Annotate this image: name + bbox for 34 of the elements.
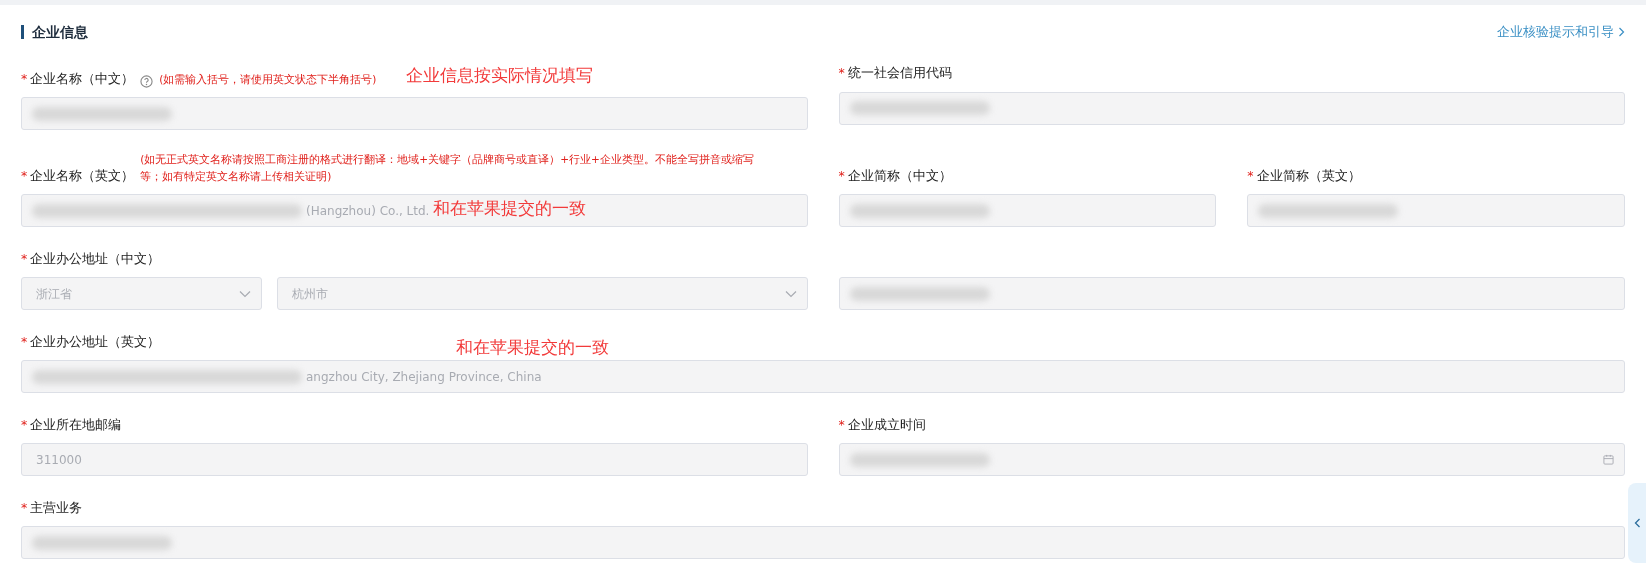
- chevron-left-icon[interactable]: [1633, 518, 1641, 528]
- input-field[interactable]: angzhou City, Zhejiang Province, China: [21, 360, 1625, 394]
- field-label: * 统一社会信用代码: [838, 64, 952, 82]
- input-field[interactable]: [1247, 194, 1625, 228]
- field-label: * 企业所在地邮编: [21, 415, 122, 434]
- chevron-right-icon: [1618, 27, 1625, 38]
- input-field[interactable]: [838, 194, 1217, 228]
- field-label: * 企业名称（英文）: [21, 166, 135, 185]
- guide-link[interactable]: 企业核验提示和引导: [1497, 23, 1625, 42]
- hint-text: (如需输入括号，请使用英文状态下半角括号): [159, 72, 377, 88]
- annotation-text: 和在苹果提交的一致: [433, 196, 586, 220]
- chevron-down-icon: [239, 289, 251, 298]
- input-field[interactable]: [21, 97, 808, 131]
- input-field[interactable]: 311000: [21, 443, 808, 477]
- field-label: * 企业成立时间: [838, 415, 926, 434]
- hint-text: (如无正式英文名称请按照工商注册的格式进行翻译：地域+关键字（品牌商号或直译）+行业+企业类型。不能全写拼音或缩写等；如有特定英文名称请上传相关证明): [140, 152, 755, 185]
- date-field[interactable]: [838, 443, 1625, 477]
- input-field[interactable]: [21, 526, 1625, 560]
- help-icon[interactable]: [140, 75, 154, 89]
- input-field[interactable]: [838, 277, 1625, 311]
- select-field[interactable]: 浙江省: [21, 277, 262, 311]
- field-label: * 企业办公地址（英文）: [21, 332, 161, 351]
- field-label: * 企业办公地址（中文）: [21, 249, 161, 268]
- chevron-down-icon: [784, 289, 797, 298]
- section-title: 企业信息: [21, 25, 88, 40]
- calendar-icon: [1603, 454, 1614, 466]
- field-label: * 企业简称（中文）: [838, 166, 952, 185]
- annotation-text: 企业信息按实际情况填写: [406, 63, 594, 87]
- field-label: * 主营业务: [21, 498, 83, 517]
- field-label: * 企业简称（英文）: [1247, 166, 1361, 185]
- input-field[interactable]: [838, 91, 1625, 125]
- select-field[interactable]: 杭州市: [277, 277, 808, 311]
- annotation-text: 和在苹果提交的一致: [456, 335, 609, 359]
- field-label: * 企业名称（中文）: [21, 69, 135, 88]
